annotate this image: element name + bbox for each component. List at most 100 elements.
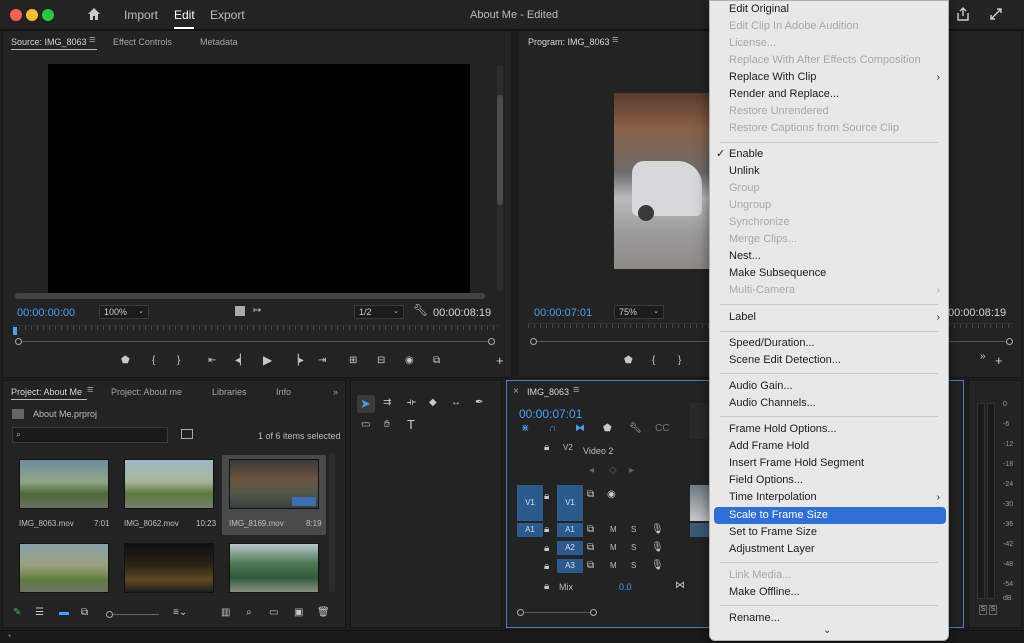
menu-field-options[interactable]: Field Options... [710, 472, 948, 489]
hand-tool-icon[interactable]: ✋︎ [384, 419, 390, 430]
icon-view-icon[interactable]: ▬ [59, 607, 69, 618]
source-zoom-bar[interactable] [15, 293, 485, 299]
sync-lock-icon[interactable]: ⧉ [587, 560, 594, 571]
lock-icon[interactable]: 🔒︎ [544, 442, 549, 453]
source-playhead[interactable] [13, 327, 17, 335]
source-v1-patch[interactable]: V1 [517, 485, 543, 521]
menu-scale-to-frame-size[interactable]: Scale to Frame Size [714, 507, 946, 524]
program-mark-out-icon[interactable]: } [678, 355, 681, 366]
source-time-ruler[interactable] [13, 325, 499, 339]
lock-icon[interactable]: 🔒︎ [544, 491, 549, 502]
sync-lock-icon[interactable]: ⧉ [587, 489, 594, 500]
new-bin-icon[interactable]: ▭ [269, 607, 278, 618]
microphone-icon[interactable]: 🎙︎ [651, 524, 664, 535]
menu-make-subsequence[interactable]: Make Subsequence [710, 265, 948, 282]
zoom-window-button[interactable] [42, 9, 54, 21]
video-clip[interactable] [690, 485, 710, 521]
sync-lock-icon[interactable]: ⧉ [587, 542, 594, 553]
source-zoom-handle-left[interactable] [15, 338, 22, 345]
solo-right-button[interactable]: S [989, 605, 997, 615]
nav-edit[interactable]: Edit [174, 8, 195, 22]
type-tool-icon[interactable]: T [407, 417, 415, 432]
lock-icon[interactable]: 🔒︎ [544, 524, 549, 535]
rectangle-tool-icon[interactable]: ▭ [361, 419, 370, 430]
mark-out-icon[interactable]: } [177, 355, 180, 366]
solo-left-button[interactable]: S [979, 605, 987, 615]
timeline-zoom-track[interactable] [524, 612, 590, 613]
lock-icon[interactable]: 🔒︎ [544, 581, 549, 592]
go-to-end-icon[interactable]: ⋈ [675, 580, 685, 591]
selection-tool-icon[interactable]: ➤ [360, 396, 371, 412]
freeform-view-icon[interactable]: ⧉ [81, 607, 88, 618]
track-v1-target[interactable]: V1 [557, 485, 583, 521]
slip-tool-icon[interactable]: ↔ [451, 397, 461, 408]
menu-make-offline[interactable]: Make Offline... [710, 584, 948, 601]
timeline-wrench-icon[interactable]: 🔧︎ [629, 423, 642, 434]
overwrite-clip-icon[interactable]: ⊟ [377, 355, 385, 366]
nav-export[interactable]: Export [210, 8, 245, 22]
timeline-timecode[interactable]: 00:00:07:01 [519, 407, 582, 421]
track-select-tool-icon[interactable]: ⇉ [383, 397, 391, 408]
tab-project-menu-icon[interactable]: ≡ [87, 384, 93, 396]
tab-metadata[interactable]: Metadata [200, 37, 238, 47]
captions-icon[interactable]: CC [655, 423, 669, 434]
camera-icon[interactable]: ◉ [405, 355, 414, 366]
track-a3-target[interactable]: A3 [557, 559, 583, 573]
source-a1-patch[interactable]: A1 [517, 523, 543, 537]
menu-edit-original[interactable]: Edit Original [710, 1, 948, 18]
export-frame-icon[interactable] [235, 306, 245, 316]
program-marker-icon[interactable]: ⬟ [624, 355, 633, 366]
menu-speed-duration[interactable]: Speed/Duration... [710, 335, 948, 352]
timeline-zoom-handle-right[interactable] [590, 609, 597, 616]
menu-unlink[interactable]: Unlink [710, 163, 948, 180]
tab-program[interactable]: Program: IMG_8063 [528, 37, 610, 47]
source-scrollbar-thumb[interactable] [497, 95, 503, 205]
play-icon[interactable]: ▶ [263, 353, 272, 367]
razor-tool-icon[interactable]: ◆ [429, 397, 437, 408]
source-scrollbar[interactable] [497, 65, 503, 291]
sync-lock-icon[interactable]: ⧉ [587, 524, 594, 535]
program-add-button-icon[interactable]: + [995, 353, 1003, 368]
eye-icon[interactable]: ◉ [607, 489, 616, 500]
minimize-window-button[interactable] [26, 9, 38, 21]
lock-icon[interactable]: 🔒︎ [544, 561, 549, 572]
mute-button[interactable]: M [610, 561, 617, 570]
menu-scene-edit-detection[interactable]: Scene Edit Detection... [710, 352, 948, 369]
program-timecode-in[interactable]: 00:00:07:01 [534, 307, 592, 319]
thumbnail-img-8169[interactable] [229, 459, 319, 509]
step-forward-icon[interactable]: ▕▸ [291, 355, 304, 366]
mix-value[interactable]: 0.0 [619, 582, 632, 592]
thumbnail-img-8062[interactable] [124, 459, 214, 509]
nav-import[interactable]: Import [124, 8, 158, 22]
button-editor-icon[interactable]: ⧉ [433, 355, 440, 366]
ripple-edit-tool-icon[interactable]: ⟛ [407, 397, 416, 408]
find-icon[interactable]: ⌕ [246, 607, 252, 618]
automate-icon[interactable]: ▥ [221, 607, 230, 618]
program-mark-in-icon[interactable]: { [652, 355, 655, 366]
wrench-icon[interactable]: 🔧︎ [413, 303, 428, 317]
menu-enable[interactable]: ✓ Enable [710, 146, 948, 163]
overflow-icon[interactable]: » [980, 351, 986, 362]
solo-button[interactable]: S [631, 525, 636, 534]
new-item-icon[interactable]: ▣ [294, 607, 303, 618]
pen-tool-icon[interactable]: ✒ [475, 397, 483, 408]
add-button-icon[interactable]: + [496, 353, 504, 368]
marker-icon[interactable]: ⬟ [121, 355, 130, 366]
menu-scroll-down-icon[interactable]: ⌄ [823, 625, 831, 636]
home-icon[interactable] [86, 6, 102, 22]
solo-button[interactable]: S [631, 561, 636, 570]
lock-icon[interactable]: 🔒︎ [544, 543, 549, 554]
program-zoom-dropdown[interactable]: 75% ⌄ [614, 305, 664, 319]
thumbnail-item-5[interactable] [124, 543, 214, 593]
timeline-close-icon[interactable]: × [513, 386, 519, 397]
menu-adjustment-layer[interactable]: Adjustment Layer [710, 541, 948, 558]
nest-icon[interactable]: ⋇ [521, 423, 529, 434]
project-search-input[interactable]: ⌕ [12, 427, 168, 443]
panel-overflow-icon[interactable]: » [333, 387, 338, 397]
tab-source[interactable]: Source: IMG_8063 [11, 37, 87, 47]
fullscreen-icon[interactable] [988, 6, 1004, 22]
insert-icon[interactable]: ↦ [253, 305, 261, 316]
source-resolution-dropdown[interactable]: 1/2 ⌄ [354, 305, 404, 319]
keyframe-next-icon[interactable]: ▸ [629, 465, 634, 476]
go-to-in-icon[interactable]: ⇤ [208, 355, 216, 366]
